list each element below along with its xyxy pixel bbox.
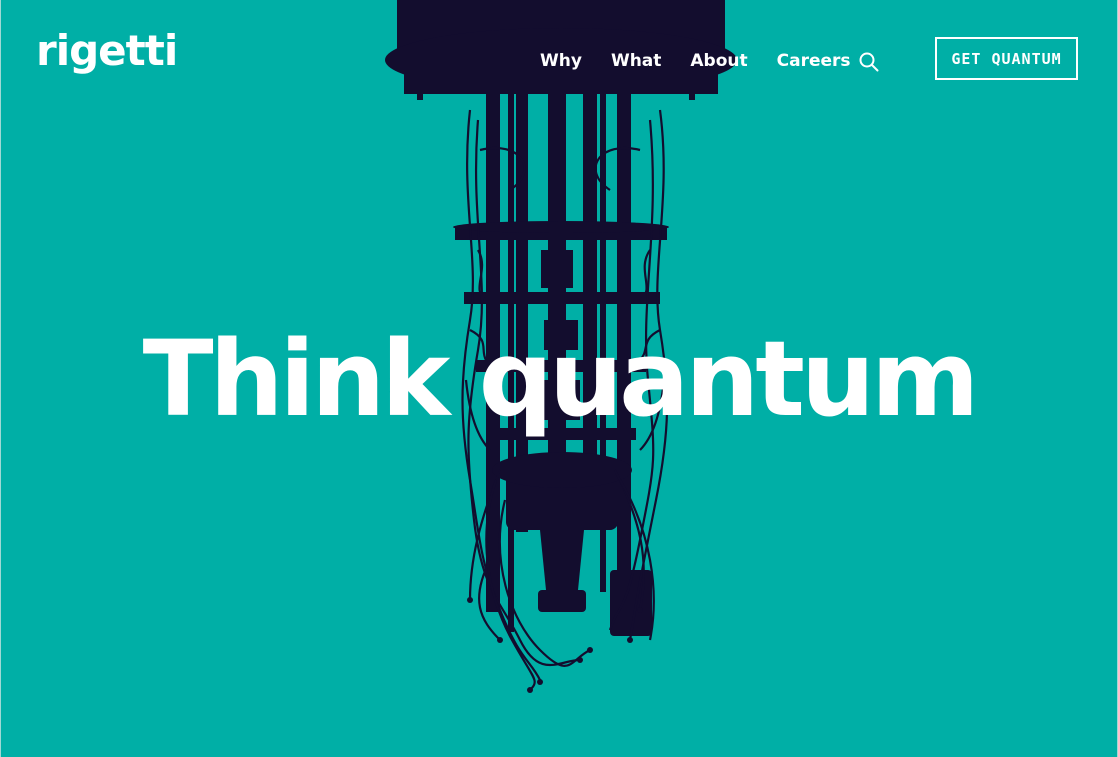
search-icon [859,52,879,72]
get-quantum-button[interactable]: GET QUANTUM [935,37,1078,80]
rigetti-logo[interactable]: rigetti [36,30,178,72]
nav-item-careers[interactable]: Careers [777,50,851,72]
search-button[interactable] [858,51,880,73]
nav-item-what[interactable]: What [611,50,661,72]
hero-title: Think quantum [142,318,980,440]
nav-item-about[interactable]: About [690,50,747,72]
nav-item-why[interactable]: Why [540,50,582,72]
main-nav: Why What About Careers [540,50,880,72]
left-edge-divider [0,0,1,757]
hero-section: rigetti Why What About Careers GET QUANT… [0,0,1118,757]
